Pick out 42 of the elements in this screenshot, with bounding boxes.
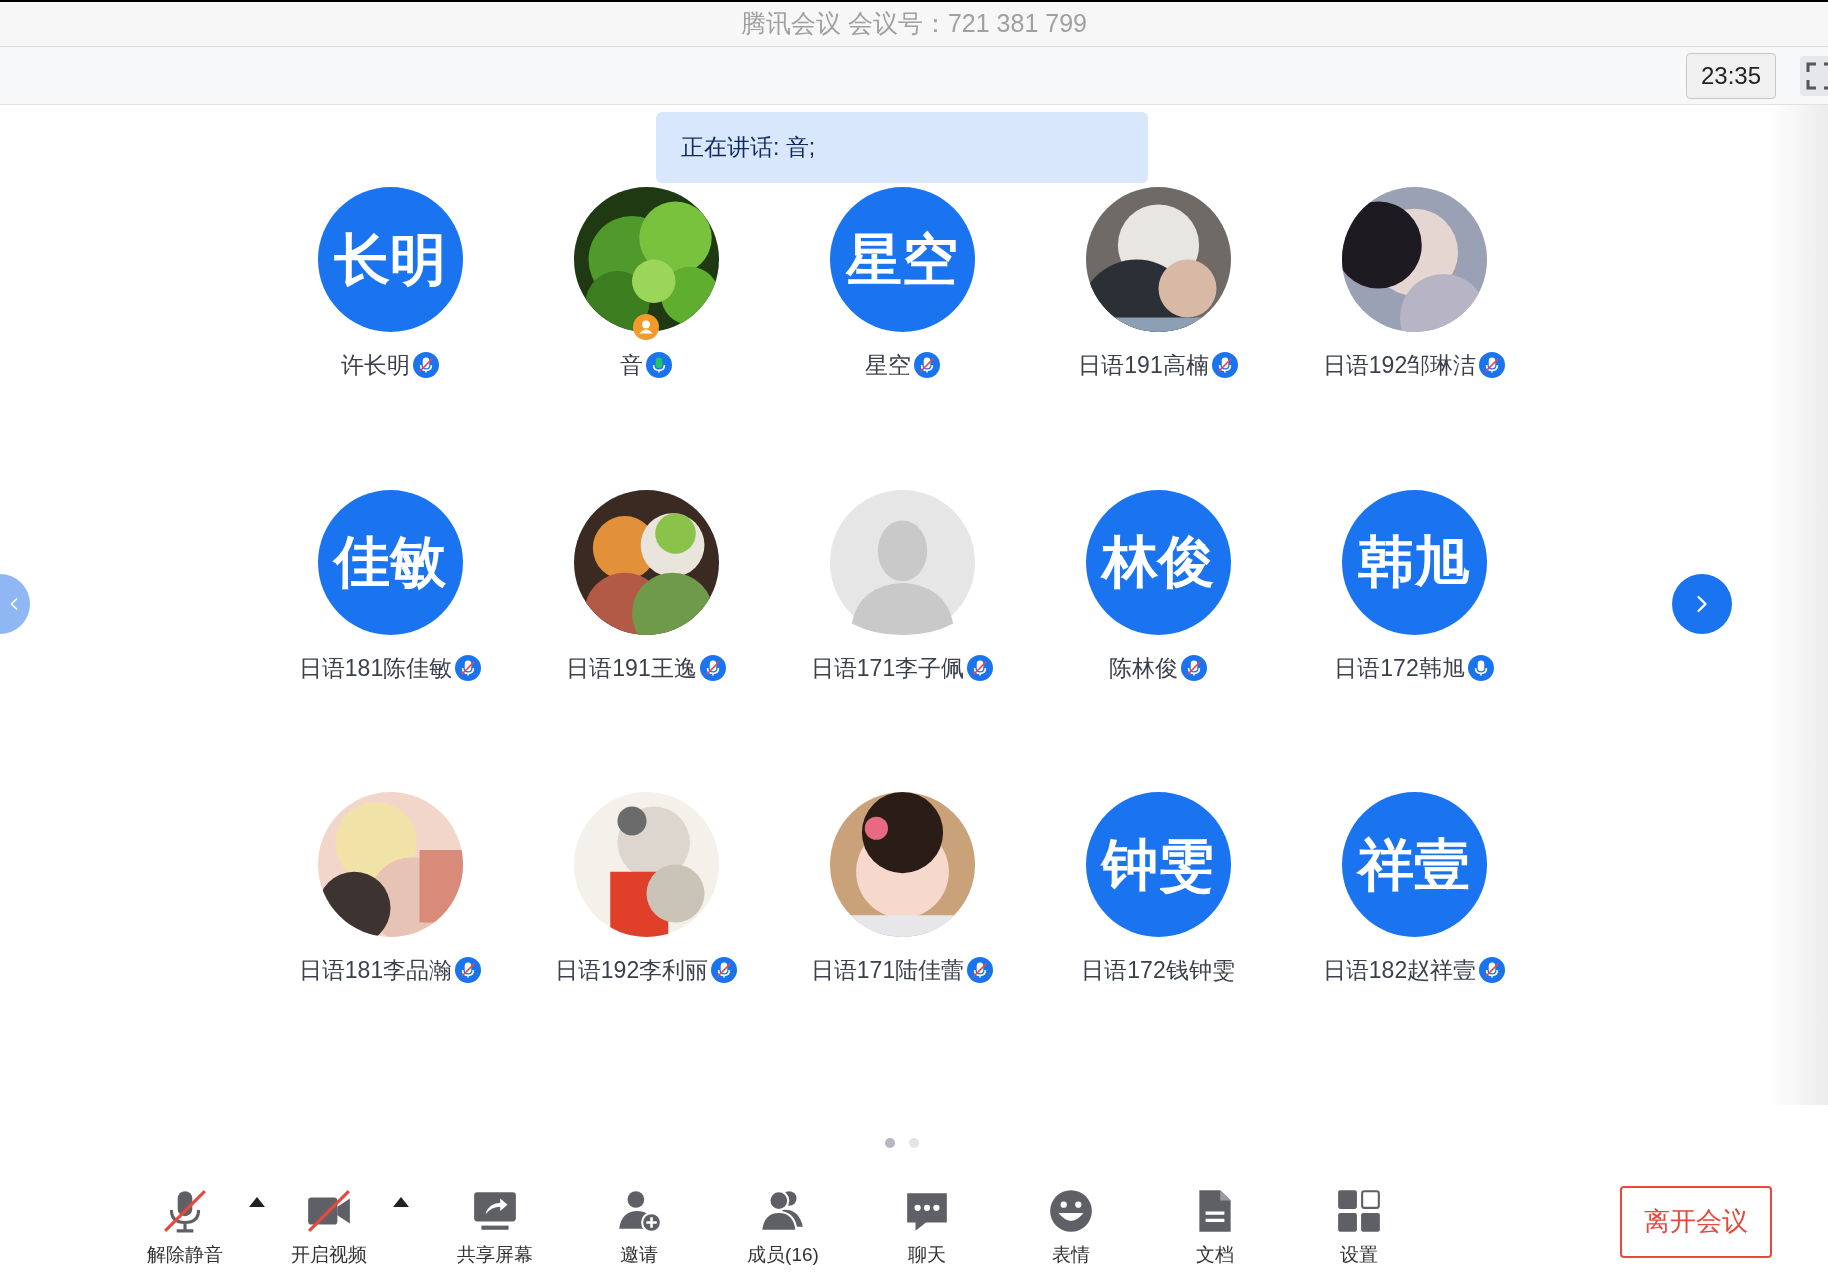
clock: 23:35 xyxy=(1685,52,1776,99)
caret-icon[interactable] xyxy=(249,1197,265,1208)
participant-name: 日语172钱钟雯 xyxy=(1081,956,1235,985)
avatar: 祥壹 xyxy=(1341,792,1487,937)
next-page-button[interactable] xyxy=(1672,574,1732,634)
participant-name: 日语181李品瀚 xyxy=(298,956,453,985)
avatar: 星空 xyxy=(829,187,975,332)
toolbar-button[interactable]: 聊天 xyxy=(855,1187,999,1270)
participant-name: 日语171李子佩 xyxy=(810,653,965,683)
avatar: 钟雯 xyxy=(1085,792,1231,937)
caret-icon[interactable] xyxy=(393,1197,409,1208)
participant-name: 陈林俊 xyxy=(1109,653,1178,683)
toolbar-button[interactable]: 邀请 xyxy=(567,1187,711,1270)
toolbar-button[interactable]: 设置 xyxy=(1287,1187,1431,1270)
participant-name: 日语171陆佳蕾 xyxy=(810,956,965,985)
participant-name: 日语191高楠 xyxy=(1078,351,1209,380)
participant-name: 日语182赵祥壹 xyxy=(1322,956,1477,985)
participant-name: 星空 xyxy=(864,351,911,380)
participant-name: 日语192邹琳洁 xyxy=(1322,351,1477,380)
grid-icon xyxy=(1335,1187,1383,1235)
toolbar-button[interactable]: 成员(16) xyxy=(711,1187,855,1270)
participant-name: 日语181陈佳敏 xyxy=(298,653,453,683)
participant-name: 日语192李利丽 xyxy=(554,956,709,985)
participant-name: 日语172韩旭 xyxy=(1334,653,1465,683)
participant-name: 日语191王逸 xyxy=(566,653,697,683)
toolbar-button[interactable]: 共享屏幕 xyxy=(423,1187,567,1270)
participant-name: 音 xyxy=(620,351,643,380)
leave-meeting-button[interactable]: 离开会议 xyxy=(1620,1185,1772,1258)
participant-name: 许长明 xyxy=(341,351,410,380)
toolbar-button[interactable]: 解除静音 xyxy=(135,1187,235,1270)
smiley-icon xyxy=(1047,1187,1095,1235)
avatar: 林俊 xyxy=(1085,489,1231,635)
toolbar-button[interactable]: 开启视频 xyxy=(279,1187,379,1270)
toolbar-button[interactable]: 文档 xyxy=(1143,1187,1287,1270)
window-title: 腾讯会议 会议号：721 381 799 xyxy=(741,8,1087,40)
avatar-silhouette-icon xyxy=(829,489,975,635)
avatar: 长明 xyxy=(317,187,463,332)
speaking-banner: 正在讲话: 音; xyxy=(656,112,1148,183)
avatar: 佳敏 xyxy=(317,489,463,635)
fullscreen-icon[interactable] xyxy=(1800,55,1828,96)
avatar: 韩旭 xyxy=(1341,489,1487,635)
toolbar-button[interactable]: 表情 xyxy=(999,1187,1143,1270)
